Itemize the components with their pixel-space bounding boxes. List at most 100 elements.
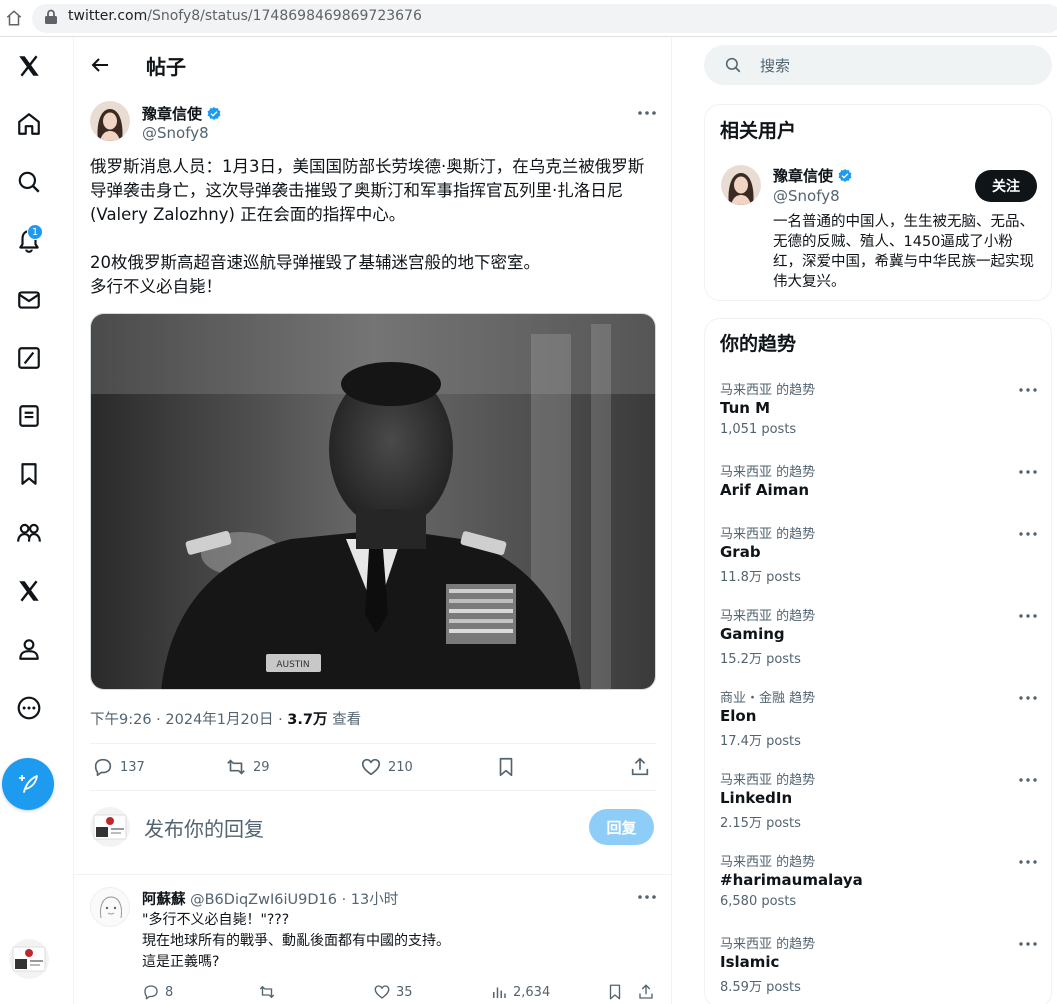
- repost-icon[interactable]: [258, 983, 276, 1001]
- trend-name[interactable]: LinkedIn: [720, 789, 792, 807]
- communities-icon[interactable]: [14, 518, 44, 548]
- heart-icon[interactable]: [373, 983, 391, 1001]
- bookmark-nav-icon[interactable]: [14, 459, 44, 489]
- share-action[interactable]: [629, 756, 651, 778]
- reply-composer-avatar[interactable]: [90, 807, 130, 847]
- reply-action[interactable]: 137: [92, 756, 145, 778]
- analytics-icon[interactable]: [490, 983, 508, 1001]
- url-text[interactable]: twitter.com/Snofy8/status/17486984698697…: [68, 8, 422, 24]
- share-icon[interactable]: [629, 756, 651, 778]
- more-options-icon[interactable]: [636, 105, 658, 121]
- reply-input[interactable]: 发布你的回复: [144, 813, 264, 842]
- compose-post-button[interactable]: [2, 758, 54, 810]
- trend-more-icon[interactable]: [1018, 527, 1038, 541]
- post-timestamp[interactable]: 下午9:26 · 2024年1月20日 · 3.7万 查看: [90, 708, 361, 729]
- trend-post-count: 2.15万 posts: [720, 816, 801, 831]
- verified-badge-icon: [207, 106, 221, 120]
- trend-name[interactable]: Tun M: [720, 399, 770, 417]
- related-user-handle[interactable]: @Snofy8: [773, 187, 840, 205]
- x-logo-icon[interactable]: [14, 51, 44, 81]
- trend-more-icon[interactable]: [1018, 855, 1038, 869]
- post-photo[interactable]: AUSTIN: [90, 313, 656, 690]
- trend-post-count: 6,580 posts: [720, 894, 797, 909]
- heart-icon[interactable]: [360, 756, 382, 778]
- trend-name[interactable]: Arif Aiman: [720, 481, 809, 499]
- related-user-avatar[interactable]: [721, 165, 761, 205]
- trend-more-icon[interactable]: [1018, 691, 1038, 705]
- repost-action[interactable]: 29: [225, 756, 270, 778]
- lists-icon[interactable]: [14, 401, 44, 431]
- related-user-name[interactable]: 豫章信使: [773, 165, 853, 186]
- trend-context: 马来西亚 的趋势: [720, 527, 816, 542]
- bookmark-icon[interactable]: [495, 756, 517, 778]
- author-name-text[interactable]: 豫章信使: [142, 103, 202, 124]
- comment-bookmark-action[interactable]: [606, 983, 624, 1001]
- post-author-handle[interactable]: @Snofy8: [142, 124, 209, 142]
- reply-icon[interactable]: [142, 983, 160, 1001]
- share-icon[interactable]: [637, 983, 655, 1001]
- premium-x-icon[interactable]: [14, 576, 44, 606]
- trend-name[interactable]: Elon: [720, 707, 756, 725]
- trend-name[interactable]: Gaming: [720, 625, 785, 643]
- trend-more-icon[interactable]: [1018, 773, 1038, 787]
- trend-context: 马来西亚 的趋势: [720, 855, 816, 870]
- grok-icon[interactable]: [14, 343, 44, 373]
- comment-reply-action[interactable]: 8: [142, 983, 173, 1001]
- trend-context: 马来西亚 的趋势: [720, 465, 816, 480]
- comment-line: "多行不义必自毙！"???: [142, 912, 290, 928]
- trend-more-icon[interactable]: [1018, 465, 1038, 479]
- verified-badge-icon: [838, 168, 852, 182]
- trend-more-icon[interactable]: [1018, 937, 1038, 951]
- trend-more-icon[interactable]: [1018, 609, 1038, 623]
- post-author-name[interactable]: 豫章信使: [142, 103, 222, 124]
- more-circle-icon[interactable]: [14, 693, 44, 723]
- related-user-bio: 一名普通的中国人，生生被无脑、无品、无德的反贼、殖人、1450逼成了小粉红，深爱…: [773, 214, 1034, 290]
- search-nav-icon[interactable]: [14, 167, 44, 197]
- home-nav-icon[interactable]: [14, 109, 44, 139]
- comment-author-name[interactable]: 阿蘇蘇: [142, 892, 186, 908]
- comment-time[interactable]: 13小时: [351, 892, 398, 908]
- back-arrow-icon[interactable]: [88, 53, 112, 77]
- comment-views-action[interactable]: 2,634: [490, 983, 550, 1001]
- post-header: 帖子: [74, 37, 671, 90]
- trend-item[interactable]: 马来西亚 的趋势 Gaming 15.2万 posts: [705, 605, 1053, 687]
- follow-button[interactable]: 关注: [975, 170, 1037, 202]
- trend-name[interactable]: Grab: [720, 543, 761, 561]
- post-paragraph: 20枚俄罗斯高超音速巡航导弹摧毁了基辅迷宫般的地下密室。 多行不义必自毙！: [90, 253, 540, 296]
- post-time[interactable]: 下午9:26: [90, 712, 152, 728]
- home-icon[interactable]: [5, 9, 23, 27]
- bookmark-action[interactable]: [495, 756, 517, 778]
- post-author-avatar[interactable]: [90, 101, 130, 141]
- trend-item[interactable]: 马来西亚 的趋势 #harimaumalaya 6,580 posts: [705, 851, 1053, 933]
- account-avatar[interactable]: [9, 939, 49, 979]
- profile-icon[interactable]: [14, 634, 44, 664]
- search-input[interactable]: 搜索: [704, 45, 1052, 85]
- trend-name[interactable]: #harimaumalaya: [720, 871, 863, 889]
- mail-icon[interactable]: [14, 285, 44, 315]
- trend-item[interactable]: 商业・金融 趋势 Elon 17.4万 posts: [705, 687, 1053, 769]
- bookmark-icon[interactable]: [606, 983, 624, 1001]
- comment-repost-action[interactable]: [258, 983, 276, 1001]
- post-paragraph: 俄罗斯消息人员：1月3日，美国国防部长劳埃德·奥斯汀，在乌克兰被俄罗斯导弹袭击身…: [90, 157, 645, 224]
- comment-share-action[interactable]: [637, 983, 655, 1001]
- comment-author-avatar[interactable]: [90, 887, 130, 927]
- related-user-name-text[interactable]: 豫章信使: [773, 165, 833, 186]
- reply-icon[interactable]: [92, 756, 114, 778]
- trend-item[interactable]: 马来西亚 的趋势 Tun M 1,051 posts: [705, 379, 1053, 461]
- page-title: 帖子: [146, 55, 186, 79]
- comment-more-icon[interactable]: [636, 889, 658, 905]
- trend-item[interactable]: 马来西亚 的趋势 Islamic 8.59万 posts: [705, 933, 1053, 1004]
- trend-name[interactable]: Islamic: [720, 953, 779, 971]
- trend-item[interactable]: 马来西亚 的趋势 LinkedIn 2.15万 posts: [705, 769, 1053, 851]
- trend-context: 马来西亚 的趋势: [720, 937, 816, 952]
- trend-item[interactable]: 马来西亚 的趋势 Grab 11.8万 posts: [705, 523, 1053, 605]
- like-action[interactable]: 210: [360, 756, 413, 778]
- repost-icon[interactable]: [225, 756, 247, 778]
- lock-icon[interactable]: [44, 9, 58, 25]
- feather-plus-icon: [19, 775, 38, 793]
- comment-like-action[interactable]: 35: [373, 983, 413, 1001]
- comment-author-handle[interactable]: @B6DiqZwI6iU9D16: [190, 892, 337, 908]
- reply-submit-button[interactable]: 回复: [589, 809, 654, 845]
- post-date[interactable]: 2024年1月20日: [165, 712, 273, 728]
- trend-more-icon[interactable]: [1018, 383, 1038, 397]
